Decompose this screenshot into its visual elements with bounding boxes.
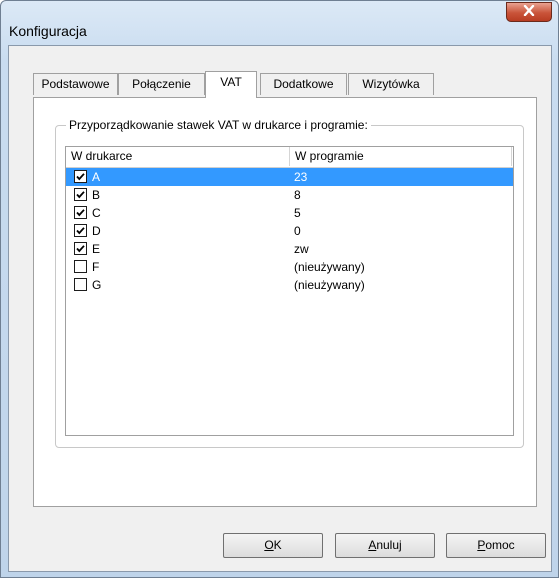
vat-rate-list[interactable]: W drukarce W programie A 23 B 8 C 5 D 0 Ezw F (nie… <box>65 146 514 436</box>
tab-label: Połączenie <box>132 77 191 91</box>
list-header: W drukarce W programie <box>66 147 513 168</box>
printer-rate-cell: C <box>92 206 101 220</box>
tab-wizytowka[interactable]: Wizytówka <box>348 73 434 95</box>
printer-rate-cell: A <box>92 170 101 184</box>
close-button[interactable] <box>506 2 552 22</box>
list-item[interactable]: A 23 <box>66 168 513 186</box>
dialog-client-area: Podstawowe Połączenie VAT Dodatkowe Wizy… <box>8 45 552 572</box>
ok-accel-letter: O <box>264 538 274 552</box>
help-button[interactable]: Pomoc <box>446 533 546 558</box>
program-rate-cell: (nieużywany) <box>294 260 365 274</box>
column-header-program[interactable]: W programie <box>290 147 512 166</box>
help-label: omoc <box>485 538 515 552</box>
checked-checkbox[interactable] <box>74 188 87 201</box>
vat-tab-panel: Przyporządkowanie stawek VAT w drukarce … <box>33 97 537 507</box>
list-item[interactable]: C5 <box>66 204 513 222</box>
program-rate-cell: (nieużywany) <box>294 278 365 292</box>
ok-button[interactable]: OK <box>223 533 323 558</box>
title-bar[interactable]: Konfiguracja <box>1 1 558 45</box>
cancel-label: nuluj <box>376 538 402 552</box>
program-rate-cell: 8 <box>294 188 301 202</box>
checked-checkbox[interactable] <box>74 170 87 183</box>
checked-checkbox[interactable] <box>74 242 87 255</box>
unchecked-checkbox[interactable] <box>74 278 87 291</box>
group-label: Przyporządkowanie stawek VAT w drukarce … <box>66 118 371 132</box>
tab-dodatkowe[interactable]: Dodatkowe <box>260 73 347 95</box>
checked-checkbox[interactable] <box>74 206 87 219</box>
cancel-button[interactable]: Anuluj <box>335 533 435 558</box>
vat-mapping-group: Przyporządkowanie stawek VAT w drukarce … <box>55 118 524 448</box>
checkmark-icon <box>76 173 85 181</box>
list-item[interactable]: F (nieużywany) <box>66 258 513 276</box>
checkmark-icon <box>76 209 85 217</box>
unchecked-checkbox[interactable] <box>74 260 87 273</box>
tab-podstawowe[interactable]: Podstawowe <box>33 73 118 95</box>
printer-rate-cell: D <box>92 224 101 238</box>
ok-label: K <box>273 538 282 552</box>
program-rate-cell: zw <box>294 242 309 256</box>
program-rate-cell: 23 <box>294 170 308 184</box>
checkmark-icon <box>76 191 85 199</box>
program-rate-cell: 5 <box>294 206 301 220</box>
program-rate-cell: 0 <box>294 224 301 238</box>
tab-label: Podstawowe <box>41 77 110 91</box>
printer-rate-cell: B <box>92 188 101 202</box>
configuration-dialog: Konfiguracja Podstawowe Połączenie VAT D… <box>0 0 559 578</box>
tab-label: Dodatkowe <box>273 77 334 91</box>
list-item[interactable]: D0 <box>66 222 513 240</box>
printer-rate-cell: F <box>92 260 100 274</box>
list-item[interactable]: Ezw <box>66 240 513 258</box>
checked-checkbox[interactable] <box>74 224 87 237</box>
checkmark-icon <box>76 245 85 253</box>
close-icon <box>523 4 535 19</box>
printer-rate-cell: G <box>92 278 102 292</box>
list-item[interactable]: G (nieużywany) <box>66 276 513 294</box>
tab-label: Wizytówka <box>362 77 420 91</box>
list-item[interactable]: B8 <box>66 186 513 204</box>
printer-rate-cell: E <box>92 242 101 256</box>
column-header-printer[interactable]: W drukarce <box>66 147 290 166</box>
checkmark-icon <box>76 227 85 235</box>
dialog-title: Konfiguracja <box>9 23 87 39</box>
tab-label: VAT <box>220 75 242 89</box>
tab-vat[interactable]: VAT <box>205 71 257 98</box>
tab-polaczenie[interactable]: Połączenie <box>118 73 205 95</box>
